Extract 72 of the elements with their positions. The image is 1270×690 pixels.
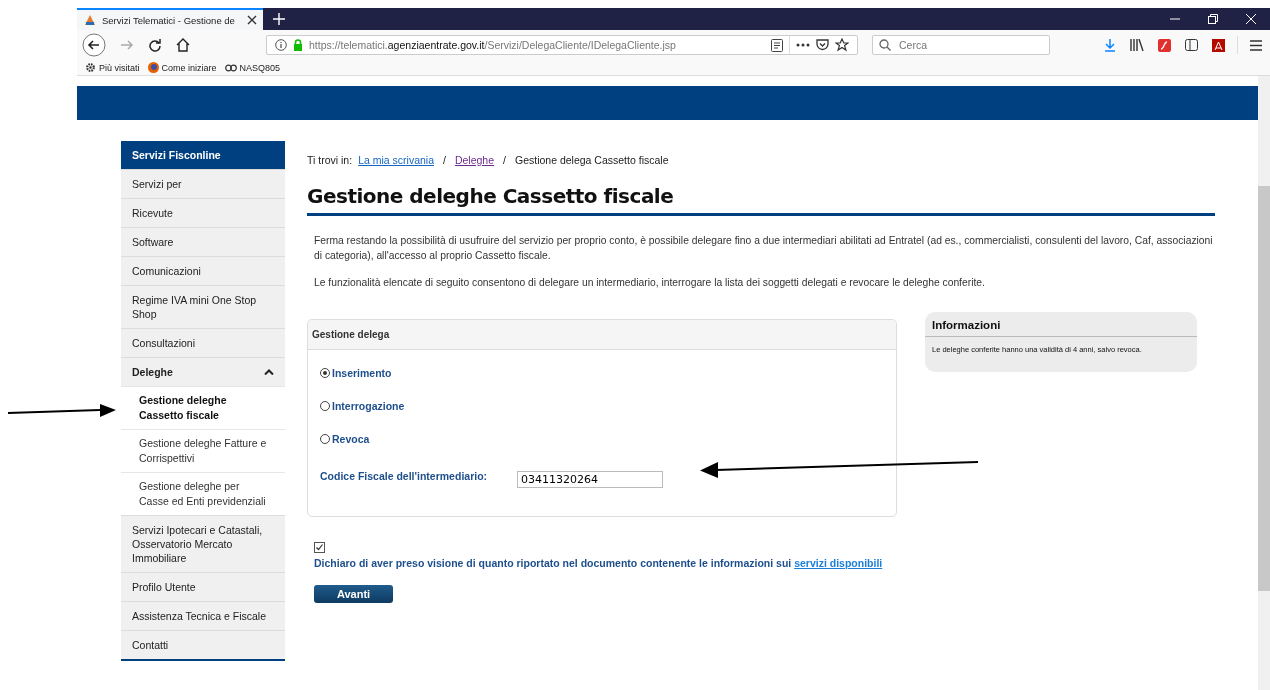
search-icon xyxy=(879,39,891,51)
paragraph: Le funzionalità elencate di seguito consentono di delegare un intermediario, interrogare la lista dei soggetti delegati e revocare le deleghe conferite. xyxy=(314,276,986,290)
radio-option[interactable]: Revoca xyxy=(320,430,884,448)
breadcrumb-label: Ti trovi in: xyxy=(307,154,353,166)
browser-tab[interactable]: Servizi Telematici - Gestione de xyxy=(77,8,263,30)
sidebar-section[interactable]: Deleghe xyxy=(121,357,285,386)
sidebar-item[interactable]: Software xyxy=(121,227,285,256)
search-bar[interactable]: Cerca xyxy=(872,35,1050,55)
bookmark[interactable]: Più visitati xyxy=(85,62,140,73)
close-icon[interactable] xyxy=(247,15,257,25)
pocket-icon[interactable] xyxy=(816,39,829,51)
flash-icon[interactable] xyxy=(1158,38,1171,52)
home-icon[interactable] xyxy=(176,38,190,52)
gear-icon xyxy=(85,62,96,73)
link-icon xyxy=(224,63,237,72)
checkbox[interactable] xyxy=(314,542,325,553)
breadcrumb-separator: / xyxy=(443,154,446,166)
breadcrumb-current: Gestione delega Cassetto fiscale xyxy=(514,154,669,166)
bookmark[interactable]: NASQ805 xyxy=(224,62,281,73)
breadcrumb-separator: / xyxy=(503,154,506,166)
radio-button[interactable] xyxy=(320,368,330,378)
reader-view-icon[interactable] xyxy=(771,38,783,52)
new-tab-icon[interactable] xyxy=(273,13,285,25)
sidebar-item[interactable]: Profilo Utente xyxy=(121,572,285,601)
breadcrumb-link[interactable]: Deleghe xyxy=(454,154,495,166)
restore-icon[interactable] xyxy=(1208,14,1218,24)
sidebar-item[interactable]: Consultazioni xyxy=(121,328,285,357)
scrollbar[interactable] xyxy=(1258,76,1270,690)
url-text: https://telematici.agenziaentrate.gov.it/Servizi/DelegaCliente/IDelegaCliente.jsp xyxy=(309,39,676,51)
field-label: Codice Fiscale dell'intermediario: xyxy=(320,469,489,482)
radio-option[interactable]: Inserimento xyxy=(320,364,884,382)
services-link[interactable]: servizi disponibili xyxy=(794,557,883,569)
radio-label: Revoca xyxy=(332,433,370,445)
menu-icon[interactable] xyxy=(1250,39,1262,51)
globe-icon xyxy=(147,62,159,73)
download-icon[interactable] xyxy=(1104,38,1116,52)
info-icon xyxy=(275,39,287,51)
sidebar-item[interactable]: Servizi per xyxy=(121,169,285,198)
more-icon[interactable] xyxy=(796,43,810,47)
sidebar-item[interactable]: Ricevute xyxy=(121,198,285,227)
paragraph: Ferma restando la possibilità di usufruire del servizio per proprio conto, è possibile delegare fino a due intermediari abilitati ad Entratel (ad es., commercialisti, consulenti del lavoro, Caf, associazioni di categoria), all'accesso al proprio Cassetto fiscale. xyxy=(314,234,1214,263)
sidebar-header: Servizi Fisconline xyxy=(121,141,285,169)
sidebar-item[interactable]: Contatti xyxy=(121,630,285,659)
radio-button[interactable] xyxy=(320,434,330,444)
sidebar-item[interactable]: Comunicazioni xyxy=(121,256,285,285)
reload-icon[interactable] xyxy=(148,38,162,52)
next-button[interactable]: Avanti xyxy=(314,585,393,603)
sidebar-icon[interactable] xyxy=(1185,39,1198,51)
input-field[interactable]: 03411320264 xyxy=(517,471,663,488)
library-icon[interactable] xyxy=(1130,39,1144,51)
search-field[interactable]: Cerca xyxy=(897,38,1041,52)
radio-option[interactable]: Interrogazione xyxy=(320,397,884,415)
bookmark[interactable]: Come iniziare xyxy=(147,62,217,73)
panel-title: Gestione delega xyxy=(308,320,896,350)
star-icon[interactable] xyxy=(835,38,849,52)
info-title: Informazioni xyxy=(925,312,1197,337)
breadcrumb-link[interactable]: La mia scrivania xyxy=(358,154,434,166)
pdf-icon[interactable] xyxy=(1212,38,1225,52)
sidebar-item[interactable]: Assistenza Tecnica e Fiscale xyxy=(121,601,285,630)
radio-label: Inserimento xyxy=(332,367,392,379)
declaration-text: Dichiaro di aver preso visione di quanto riportato nel documento contenente le informazioni sui servizi disponibili xyxy=(314,557,884,569)
radio-button[interactable] xyxy=(320,401,330,411)
tab-title: Servizi Telematici - Gestione de xyxy=(102,14,236,26)
site-logo-icon xyxy=(83,13,97,27)
sidebar-item[interactable]: Servizi Ipotecari e Catastali, Osservatorio Mercato Immobiliare xyxy=(121,515,285,572)
lock-icon xyxy=(293,39,303,51)
page-title: Gestione deleghe Cassetto fiscale xyxy=(307,184,1215,216)
address-bar[interactable]: https://telematici.agenziaentrate.gov.it/Servizi/DelegaCliente/IDelegaCliente.jsp xyxy=(266,35,858,55)
back-icon[interactable] xyxy=(82,33,106,57)
scrollbar-thumb[interactable] xyxy=(1258,186,1270,591)
sidebar-item[interactable]: Regime IVA mini One Stop Shop xyxy=(121,285,285,328)
radio-label: Interrogazione xyxy=(332,400,405,412)
